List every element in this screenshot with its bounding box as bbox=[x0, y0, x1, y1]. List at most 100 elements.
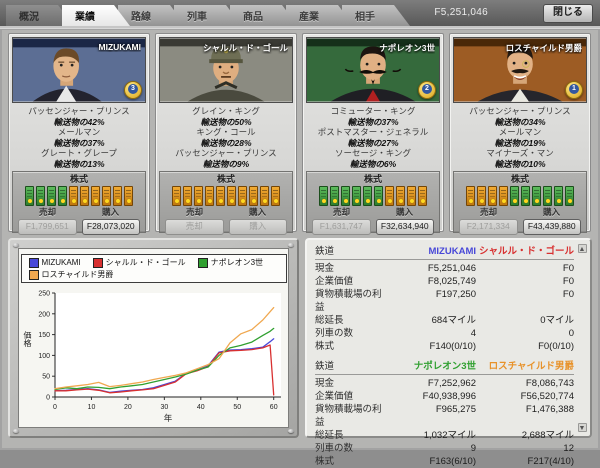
stock-certificate bbox=[124, 186, 133, 206]
stock-certificate bbox=[183, 186, 192, 206]
award-value: 輸送物の19% bbox=[453, 138, 587, 149]
stock-certificate bbox=[407, 186, 416, 206]
rivet-icon bbox=[13, 429, 19, 433]
legend-label: MIZUKAMI bbox=[42, 258, 81, 267]
award-title: ポストマスター・ジェネラル bbox=[306, 127, 440, 138]
stock-chart-panel: MIZUKAMI シャルル・ド・ゴール ナポレオン3世 ロスチャイルド男爵 価格… bbox=[8, 238, 299, 438]
tab-strip: 概況 業績 路線 列車 商品 産業 相手 bbox=[6, 5, 398, 26]
tab-opponents[interactable]: 相手 bbox=[342, 5, 410, 26]
stock-certificate bbox=[172, 186, 181, 206]
stock-certificate bbox=[69, 186, 78, 206]
buy-label: 購入 bbox=[543, 208, 560, 217]
award-title: グレイン・キング bbox=[159, 106, 293, 117]
awards-list: コミューター・キング 輸送物の37% ポストマスター・ジェネラル 輸送物の27%… bbox=[306, 103, 440, 171]
svg-text:30: 30 bbox=[160, 404, 168, 411]
stock-box: 株式 売却 購入 F1,631,747 F32,634,940 bbox=[306, 171, 440, 233]
awards-list: パッセンジャー・プリンス 輸送物の42% メールマン 輸送物の37% グレート・… bbox=[12, 103, 146, 171]
stock-certificate bbox=[396, 186, 405, 206]
stock-certificate bbox=[532, 186, 541, 206]
stock-certificate bbox=[565, 186, 574, 206]
sell-label: 売却 bbox=[39, 208, 56, 217]
table-row: 株式F163(6/10)F217(4/10) bbox=[315, 455, 574, 468]
svg-text:250: 250 bbox=[38, 291, 50, 298]
svg-text:0: 0 bbox=[53, 404, 57, 411]
buy-label: 購入 bbox=[249, 208, 266, 217]
table-row: 貨物積載場の利益F965,275F1,476,388 bbox=[315, 403, 574, 429]
stock-title: 株式 bbox=[163, 174, 289, 184]
table-scrollbar[interactable]: ▲ ▼ bbox=[577, 244, 587, 432]
awards-list: パッセンジャー・プリンス 輸送物の34% メールマン 輸送物の19% マイナーズ… bbox=[453, 103, 587, 171]
stock-certificate bbox=[271, 186, 280, 206]
award-value: 輸送物の37% bbox=[306, 117, 440, 128]
table-row: 企業価値F8,025,749F0 bbox=[315, 275, 574, 288]
stock-certificate bbox=[249, 186, 258, 206]
stock-certificates bbox=[163, 186, 289, 206]
buy-button[interactable]: F32,634,940 bbox=[376, 219, 435, 235]
stock-box: 株式 売却 購入 F1,799,651 F28,073,020 bbox=[12, 171, 146, 233]
sell-button[interactable]: F1,799,651 bbox=[18, 219, 77, 235]
scroll-down-icon[interactable]: ▼ bbox=[578, 423, 587, 432]
svg-text:150: 150 bbox=[38, 332, 50, 339]
buy-button[interactable]: F43,439,880 bbox=[523, 219, 582, 235]
stock-certificate bbox=[58, 186, 67, 206]
sell-button[interactable]: 売却 bbox=[165, 219, 224, 235]
stock-certificate bbox=[418, 186, 427, 206]
award-title: グレート・グレープ bbox=[12, 148, 146, 159]
portrait-de-gaulle: シャルル・ド・ゴール bbox=[159, 37, 293, 103]
buy-button[interactable]: F28,073,020 bbox=[82, 219, 141, 235]
close-button[interactable]: 閉じる bbox=[543, 4, 593, 23]
table-row: 株式F140(0/10)F0(0/10) bbox=[315, 340, 574, 353]
rank-badge: 2 bbox=[418, 81, 436, 99]
stock-certificate bbox=[194, 186, 203, 206]
legend-label: ナポレオン3世 bbox=[211, 257, 263, 268]
top-bar: 概況 業績 路線 列車 商品 産業 相手 F5,251,046 閉じる bbox=[0, 0, 600, 28]
sell-label: 売却 bbox=[333, 208, 350, 217]
stock-certificate bbox=[205, 186, 214, 206]
svg-text:50: 50 bbox=[233, 404, 241, 411]
stock-certificate bbox=[238, 186, 247, 206]
table-row: 列車の数912 bbox=[315, 442, 574, 455]
award-title: パッセンジャー・プリンス bbox=[453, 106, 587, 117]
stock-certificates bbox=[16, 186, 142, 206]
stock-certificate bbox=[113, 186, 122, 206]
stock-certificate bbox=[477, 186, 486, 206]
legend-swatch-icon bbox=[29, 258, 39, 268]
player-panel-rothschild: ロスチャイルド男爵 1 パッセンジャー・プリンス 輸送物の34% メールマン 輸… bbox=[449, 33, 591, 232]
legend-item: MIZUKAMI bbox=[29, 257, 81, 268]
sell-label: 売却 bbox=[186, 208, 203, 217]
stock-certificates bbox=[310, 186, 436, 206]
table-row: 現金F5,251,046F0 bbox=[315, 262, 574, 275]
legend-swatch-icon bbox=[29, 270, 39, 280]
svg-text:20: 20 bbox=[124, 404, 132, 411]
stock-title: 株式 bbox=[16, 174, 142, 184]
stock-certificate bbox=[363, 186, 372, 206]
stock-certificate bbox=[385, 186, 394, 206]
stock-certificate bbox=[36, 186, 45, 206]
player-panels-row: MIZUKAMI 3 パッセンジャー・プリンス 輸送物の42% メールマン 輸送… bbox=[0, 28, 600, 232]
sell-button[interactable]: F1,631,747 bbox=[312, 219, 371, 235]
svg-text:0: 0 bbox=[46, 395, 50, 402]
player-panel-de-gaulle: シャルル・ド・ゴール グレイン・キング 輸送物の50% キング・コール 輸送物の… bbox=[155, 33, 297, 232]
trade-labels: 売却 購入 bbox=[310, 208, 436, 217]
stock-certificate bbox=[488, 186, 497, 206]
stock-certificate bbox=[466, 186, 475, 206]
stock-certificates bbox=[457, 186, 583, 206]
stock-certificate bbox=[319, 186, 328, 206]
award-value: 輸送物の34% bbox=[453, 117, 587, 128]
player-name: シャルル・ド・ゴール bbox=[164, 42, 288, 54]
stock-certificate bbox=[216, 186, 225, 206]
stock-certificate bbox=[352, 186, 361, 206]
stock-title: 株式 bbox=[457, 174, 583, 184]
portrait-rothschild: ロスチャイルド男爵 1 bbox=[453, 37, 587, 103]
award-title: ソーセージ・キング bbox=[306, 148, 440, 159]
stock-certificate bbox=[47, 186, 56, 206]
buy-button[interactable]: 購入 bbox=[229, 219, 288, 235]
stock-certificate bbox=[374, 186, 383, 206]
sell-button[interactable]: F2,171,334 bbox=[459, 219, 518, 235]
awards-list: グレイン・キング 輸送物の50% キング・コール 輸送物の28% パッセンジャー… bbox=[159, 103, 293, 171]
scroll-up-icon[interactable]: ▲ bbox=[578, 244, 587, 253]
stock-certificate bbox=[341, 186, 350, 206]
stock-certificate bbox=[554, 186, 563, 206]
rivet-icon bbox=[13, 243, 19, 247]
legend-item: ロスチャイルド男爵 bbox=[29, 269, 114, 280]
